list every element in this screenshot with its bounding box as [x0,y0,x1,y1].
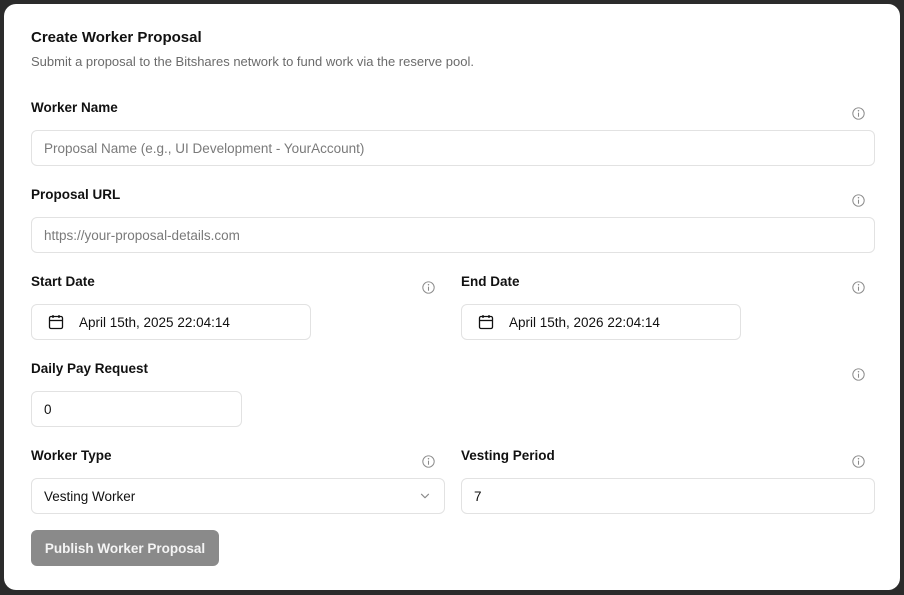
end-date-label: End Date [461,274,520,289]
proposal-url-label: Proposal URL [31,187,121,202]
worker-type-select[interactable]: Vesting Worker [31,478,445,514]
daily-pay-info-icon[interactable] [852,368,865,381]
worker-type-info-icon[interactable] [422,455,435,468]
end-date-info-icon[interactable] [852,281,865,294]
worker-name-label: Worker Name [31,100,118,115]
end-date-picker-button[interactable]: April 15th, 2026 22:04:14 [461,304,741,340]
vesting-period-info-icon[interactable] [852,455,865,468]
calendar-icon [478,315,494,330]
vesting-period-label: Vesting Period [461,448,555,463]
worker-type-selected: Vesting Worker [44,488,136,504]
end-date-value: April 15th, 2026 22:04:14 [509,314,660,330]
worker-name-field[interactable] [44,140,862,156]
start-date-info-icon[interactable] [422,281,435,294]
worker-name-info-icon[interactable] [852,107,865,120]
proposal-url-field[interactable] [44,227,862,243]
page-subtitle: Submit a proposal to the Bitshares netwo… [31,54,474,69]
calendar-icon [48,315,64,330]
start-date-label: Start Date [31,274,95,289]
publish-worker-proposal-button[interactable]: Publish Worker Proposal [31,530,219,566]
daily-pay-label: Daily Pay Request [31,361,149,376]
create-worker-proposal-card: Create Worker Proposal Submit a proposal… [4,4,900,590]
start-date-picker-button[interactable]: April 15th, 2025 22:04:14 [31,304,311,340]
chevron-down-icon [420,493,430,499]
daily-pay-input[interactable]: 0 [31,391,242,427]
vesting-period-input[interactable]: 7 [461,478,875,514]
start-date-value: April 15th, 2025 22:04:14 [79,314,230,330]
worker-type-label: Worker Type [31,448,112,463]
daily-pay-value: 0 [44,401,52,417]
proposal-url-input[interactable] [31,217,875,253]
page-title: Create Worker Proposal [31,29,202,46]
proposal-url-info-icon[interactable] [852,194,865,207]
worker-name-input[interactable] [31,130,875,166]
vesting-period-value: 7 [474,488,482,504]
